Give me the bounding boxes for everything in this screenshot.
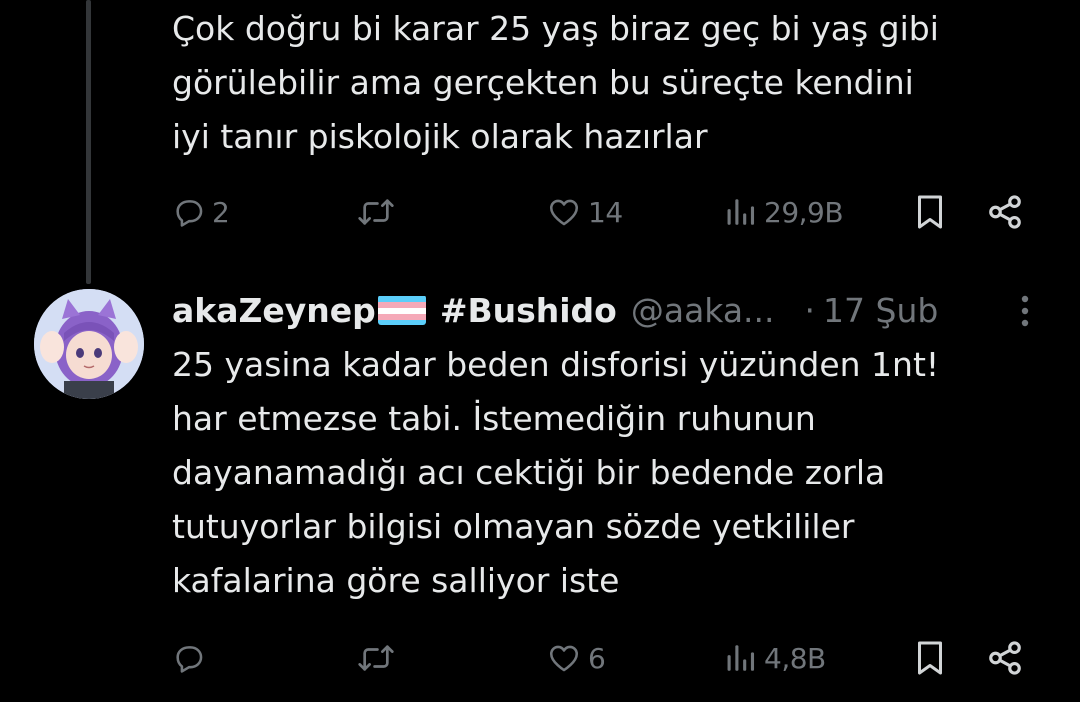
bookmark-button[interactable] <box>912 633 948 683</box>
retweet-button[interactable] <box>356 633 396 683</box>
like-icon <box>549 645 579 672</box>
views-icon <box>727 645 755 671</box>
tweet-text: 25 yasina kadar beden disforisi yüzünden… <box>172 345 940 600</box>
views-count: 4,8B <box>764 641 826 675</box>
like-icon <box>549 199 579 226</box>
share-button[interactable] <box>986 187 1024 237</box>
retweet-icon <box>358 645 394 671</box>
thread-connector-line <box>86 0 91 284</box>
views-button[interactable]: 4,8B <box>724 633 826 683</box>
reply-icon <box>176 200 203 227</box>
like-button[interactable]: 6 <box>546 633 606 683</box>
timeline: Çok doğru bi karar 25 yaş biraz geç bi y… <box>0 0 1080 702</box>
like-count: 14 <box>588 195 623 229</box>
bookmark-button[interactable] <box>912 187 948 237</box>
display-name[interactable]: akaZeynep <box>172 291 376 330</box>
share-button[interactable] <box>986 633 1024 683</box>
avatar[interactable] <box>34 289 144 399</box>
like-button[interactable]: 14 <box>546 187 623 237</box>
tweet-header: akaZeynep #Bushido @aaka... · 17 Şub <box>172 284 1042 336</box>
views-button[interactable]: 29,9B <box>724 187 844 237</box>
share-icon <box>989 641 1021 675</box>
like-count: 6 <box>588 641 606 675</box>
reply-button[interactable]: 2 <box>172 187 230 237</box>
more-options-button[interactable] <box>1012 291 1038 331</box>
bookmark-icon <box>918 195 942 229</box>
views-count: 29,9B <box>764 195 844 229</box>
reply-icon <box>176 646 203 673</box>
tweet-text: Çok doğru bi karar 25 yaş biraz geç bi y… <box>172 9 939 156</box>
reply-button[interactable] <box>172 633 212 683</box>
separator-dot: · <box>804 290 816 330</box>
more-icon <box>1021 295 1029 327</box>
timestamp[interactable]: 17 Şub <box>823 291 938 330</box>
retweet-icon <box>358 199 394 225</box>
bookmark-icon <box>918 641 942 675</box>
avatar-image <box>34 289 144 399</box>
retweet-button[interactable] <box>356 187 396 237</box>
tweet-actions-bar: 6 4,8B <box>172 633 1032 683</box>
share-icon <box>989 195 1021 229</box>
views-icon <box>727 199 755 225</box>
tweet-actions-bar: 2 14 29,9B <box>172 187 1032 237</box>
transgender-flag-icon <box>377 295 426 325</box>
user-handle[interactable]: @aaka... <box>631 291 775 330</box>
reply-count: 2 <box>212 195 230 229</box>
display-name-hashtag[interactable]: #Bushido <box>440 291 617 330</box>
